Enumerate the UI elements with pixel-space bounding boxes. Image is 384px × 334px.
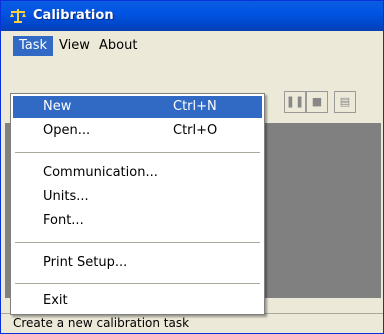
stop-button[interactable]: ■ (306, 91, 328, 113)
menu-item-label: New (43, 99, 72, 114)
menu-item-shortcut: Ctrl+N (173, 99, 217, 114)
window-title: Calibration (33, 8, 114, 23)
menu-item-open[interactable]: Open... Ctrl+O (13, 120, 262, 142)
menu-view[interactable]: View (53, 36, 96, 56)
toolbar-extra-button[interactable]: ▤ (334, 91, 356, 113)
menu-item-label: Units... (43, 189, 89, 204)
menu-item-label: Communication... (43, 165, 158, 180)
scale-icon (9, 8, 27, 24)
menu-item-exit[interactable]: Exit (13, 290, 262, 312)
status-text: Create a new calibration task (13, 316, 190, 330)
menu-separator (15, 283, 260, 284)
menu-item-communication[interactable]: Communication... (13, 162, 262, 184)
menu-item-label: Print Setup... (43, 255, 128, 270)
menu-item-new[interactable]: New Ctrl+N (13, 96, 262, 118)
menu-separator (15, 242, 260, 243)
menu-item-label: Open... (43, 123, 91, 138)
menu-about[interactable]: About (93, 36, 143, 56)
pause-button[interactable]: ❚❚ (284, 91, 306, 113)
stop-icon: ■ (311, 95, 323, 108)
task-menu-dropdown: New Ctrl+N Open... Ctrl+O Communication.… (10, 93, 265, 315)
title-bar[interactable]: Calibration (1, 1, 383, 31)
menu-item-label: Font... (43, 213, 84, 228)
menu-task[interactable]: Task (13, 36, 54, 56)
menu-item-units[interactable]: Units... (13, 186, 262, 208)
menu-item-label: Exit (43, 293, 68, 308)
menu-separator (15, 152, 260, 153)
chart-icon: ▤ (339, 95, 351, 108)
menu-item-shortcut: Ctrl+O (173, 123, 218, 138)
pause-icon: ❚❚ (285, 95, 305, 108)
menu-item-print-setup[interactable]: Print Setup... (13, 252, 262, 274)
status-bar: Create a new calibration task (1, 313, 383, 333)
menu-item-font[interactable]: Font... (13, 210, 262, 232)
